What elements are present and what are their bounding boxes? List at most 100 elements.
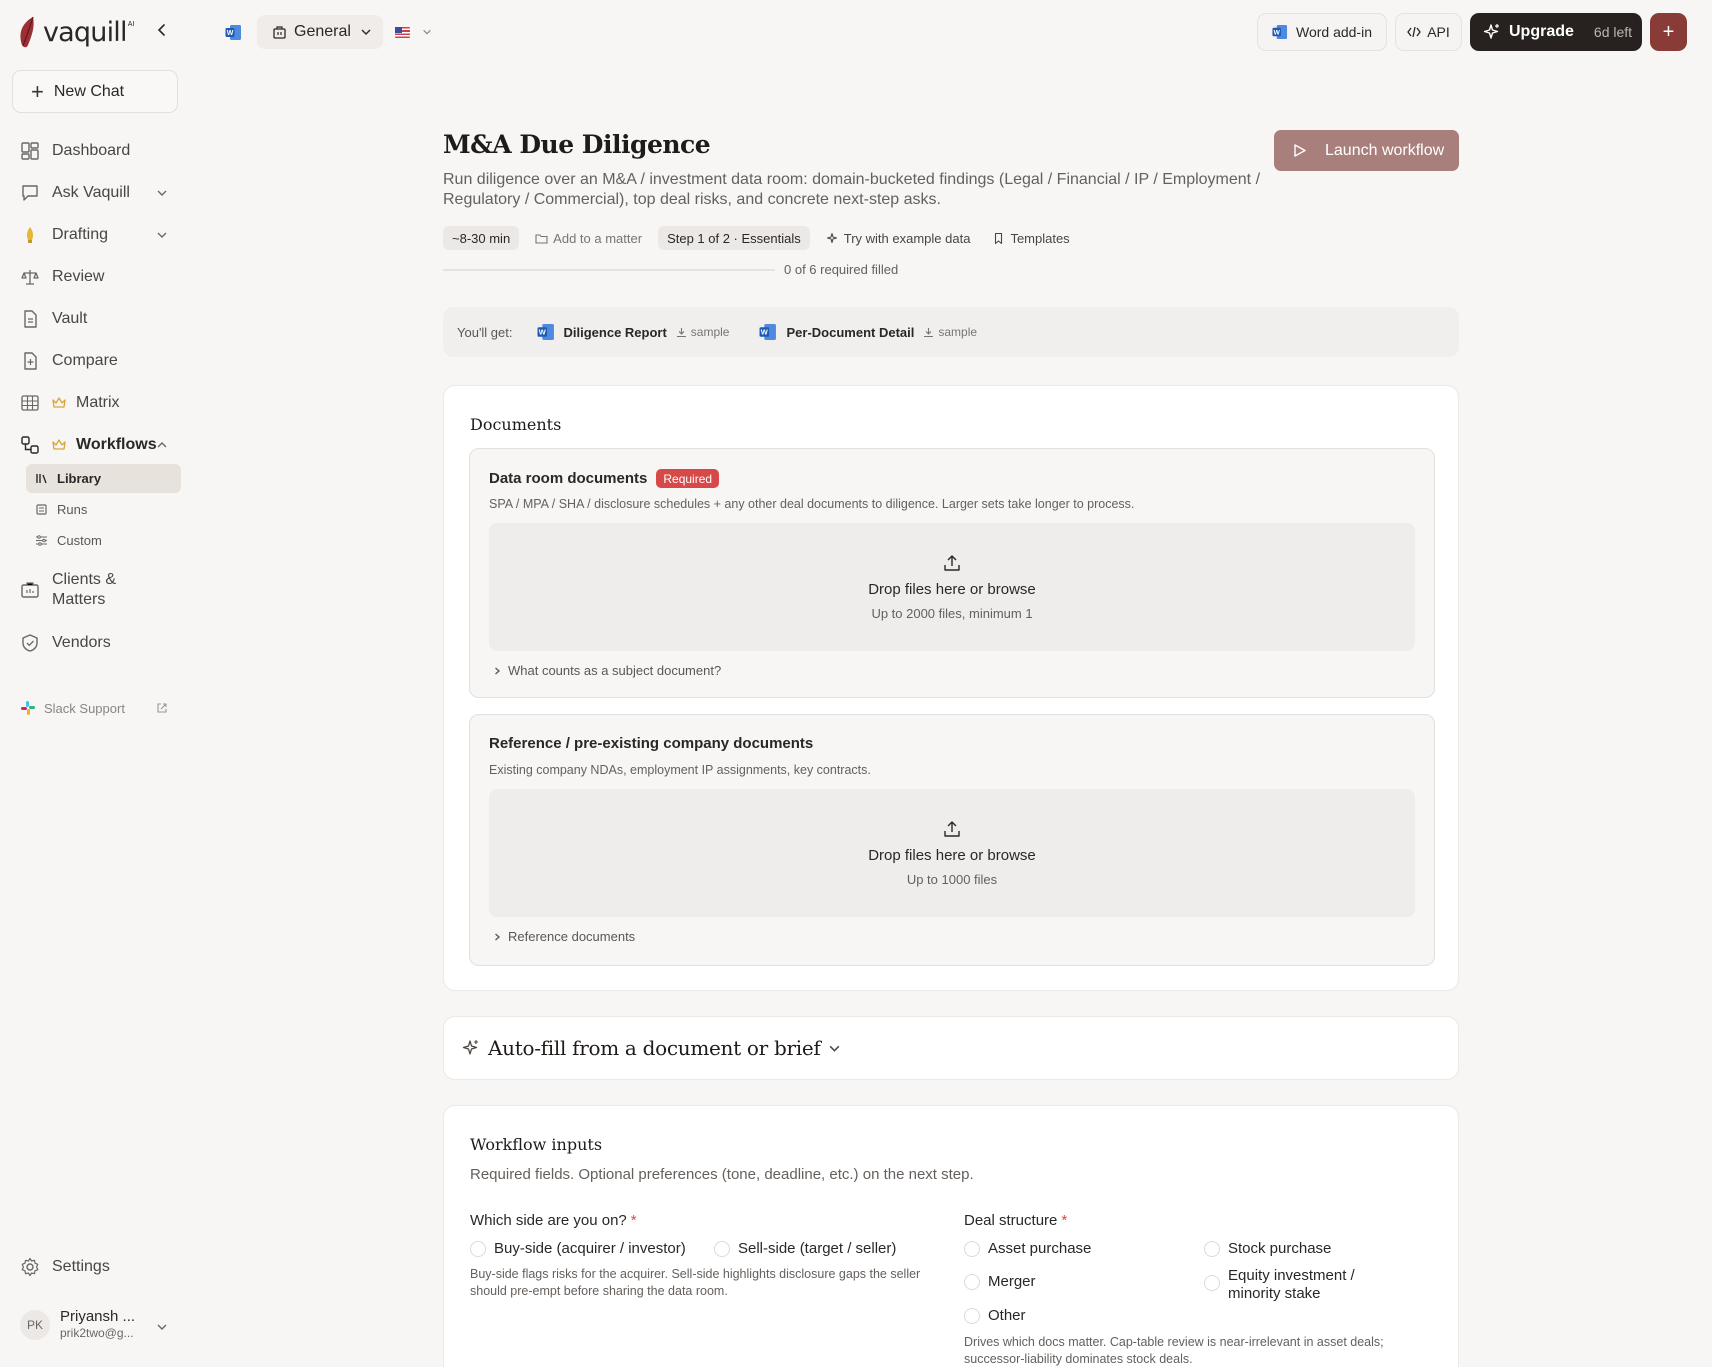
download-icon: [924, 327, 934, 337]
avatar: PK: [20, 1310, 50, 1340]
subitem-label: Custom: [57, 533, 102, 548]
chevron-down-icon: [157, 1324, 167, 1330]
new-chat-button[interactable]: + New Chat: [12, 70, 178, 113]
sidebar-item-vault[interactable]: Vault: [20, 309, 87, 329]
svg-text:W: W: [227, 30, 234, 37]
download-sample-link[interactable]: sample: [676, 325, 729, 339]
try-example-label: Try with example data: [843, 230, 971, 246]
sidebar-item-vendors[interactable]: Vendors: [20, 633, 111, 653]
deliverable-item: W Diligence Report sample: [537, 323, 729, 341]
region-selector[interactable]: [395, 20, 439, 44]
radio-circle[interactable]: [1204, 1241, 1220, 1257]
chat-bubble-icon: [22, 185, 38, 201]
api-button[interactable]: API: [1395, 13, 1462, 51]
chevron-right-icon: [495, 933, 500, 940]
settings-button[interactable]: Settings: [20, 1257, 110, 1277]
radio-circle[interactable]: [964, 1308, 980, 1324]
page-description: Run diligence over an M&A / investment d…: [443, 171, 1261, 208]
sample-label: sample: [938, 325, 978, 339]
chevron-down-icon: [361, 29, 371, 35]
sidebar-subitem-library[interactable]: Library: [26, 464, 181, 493]
download-sample-link[interactable]: sample: [923, 325, 977, 339]
upgrade-button[interactable]: Upgrade 6d left: [1470, 13, 1642, 51]
reference-documents-toggle[interactable]: Reference documents: [492, 929, 635, 944]
data-room-title: Data room documents Required: [489, 469, 720, 488]
documents-card: Documents Data room documents Required S…: [443, 385, 1459, 991]
try-example-button[interactable]: Try with example data: [820, 226, 977, 250]
radio-sell-side[interactable]: Sell-side (target / seller): [714, 1240, 896, 1258]
reference-dropzone[interactable]: Drop files here or browse Up to 1000 fil…: [489, 789, 1415, 917]
subitem-label: Library: [57, 471, 102, 486]
download-icon: [676, 327, 686, 337]
templates-button[interactable]: Templates: [986, 226, 1075, 250]
chevron-left-icon: [157, 24, 165, 36]
side-question-text: Which side are you on?: [470, 1212, 627, 1229]
dropzone-title: Drop files here or browse: [868, 847, 1036, 864]
radio-stock-purchase[interactable]: Stock purchase: [1204, 1240, 1331, 1258]
chevron-up-icon[interactable]: [156, 439, 168, 451]
autofill-title: Auto-fill from a document or brief: [488, 1036, 821, 1060]
launch-workflow-label: Launch workflow: [1325, 141, 1445, 159]
user-info: Priyansh ... prik2two@g...: [60, 1308, 135, 1342]
sidebar-subitem-runs[interactable]: Runs: [26, 495, 181, 524]
autofill-toggle[interactable]: Auto-fill from a document or brief: [443, 1016, 1459, 1080]
deal-structure-label: Deal structure *: [964, 1212, 1067, 1229]
sidebar-item-dashboard[interactable]: Dashboard: [20, 141, 130, 161]
word-addin-label: Word add-in: [1295, 24, 1372, 40]
logo-ai-mark: AI: [127, 20, 135, 28]
add-to-matter-button[interactable]: Add to a matter: [529, 226, 648, 250]
document-icon: [24, 310, 37, 328]
radio-label: Buy-side (acquirer / investor): [494, 1240, 686, 1257]
workspace-name: General: [294, 23, 351, 40]
dashboard-icon: [21, 142, 39, 160]
radio-circle[interactable]: [964, 1241, 980, 1257]
code-icon: [1407, 26, 1422, 38]
user-name: Priyansh ...: [60, 1308, 136, 1325]
chevron-down-icon[interactable]: [156, 229, 168, 241]
data-room-dropzone[interactable]: Drop files here or browse Up to 2000 fil…: [489, 523, 1415, 651]
sidebar-item-ask-vaquill[interactable]: Ask Vaquill: [20, 183, 167, 203]
duration-badge: ~8-30 min: [443, 226, 520, 250]
user-email: prik2two@g...: [60, 1326, 134, 1340]
sparkle-icon: [826, 232, 837, 243]
radio-circle[interactable]: [470, 1241, 486, 1257]
sidebar-item-compare[interactable]: Compare: [20, 351, 118, 371]
data-room-description: SPA / MPA / SHA / disclosure schedules +…: [489, 497, 1135, 511]
radio-asset-purchase[interactable]: Asset purchase: [964, 1240, 1091, 1258]
crown-icon: [52, 397, 66, 408]
radio-merger[interactable]: Merger: [964, 1273, 1036, 1291]
sidebar-item-clients-matters[interactable]: Clients & Matters: [20, 570, 116, 610]
radio-circle[interactable]: [714, 1241, 730, 1257]
required-progress-bar: [443, 269, 775, 271]
workflow-inputs-description: Required fields. Optional preferences (t…: [470, 1166, 974, 1183]
radio-circle[interactable]: [964, 1274, 980, 1290]
sidebar-subitem-custom[interactable]: Custom: [26, 526, 181, 555]
word-addin-button[interactable]: W Word add-in: [1257, 13, 1387, 51]
shield-check-icon: [22, 634, 38, 652]
user-menu[interactable]: PK Priyansh ... prik2two@g...: [20, 1305, 175, 1345]
upload-icon: [944, 821, 960, 837]
workspace-selector[interactable]: General: [257, 15, 383, 49]
new-item-button[interactable]: +: [1650, 13, 1687, 51]
launch-workflow-button[interactable]: Launch workflow: [1274, 130, 1459, 171]
radio-circle[interactable]: [1204, 1275, 1220, 1291]
collapse-sidebar-button[interactable]: [152, 20, 172, 40]
slack-support-link[interactable]: Slack Support: [20, 700, 170, 716]
sidebar-item-drafting[interactable]: Drafting: [20, 225, 167, 245]
sidebar-item-label: Dashboard: [52, 142, 131, 159]
chevron-down-icon[interactable]: [156, 187, 168, 199]
required-star: *: [630, 1212, 637, 1229]
radio-label: Equity investment / minority stake: [1228, 1267, 1355, 1302]
us-flag-icon: [395, 26, 410, 38]
radio-label: Stock purchase: [1228, 1240, 1332, 1257]
radio-equity-investment[interactable]: Equity investment / minority stake: [1204, 1267, 1384, 1303]
sidebar-item-workflows[interactable]: Workflows: [20, 435, 167, 455]
sidebar-item-review[interactable]: Review: [20, 267, 104, 287]
logo[interactable]: vaquill AI: [18, 10, 134, 54]
radio-buy-side[interactable]: Buy-side (acquirer / investor): [470, 1240, 686, 1258]
radio-other[interactable]: Other: [964, 1307, 1026, 1325]
sidebar-item-matrix[interactable]: Matrix: [20, 393, 120, 413]
word-icon[interactable]: W: [225, 24, 242, 41]
compare-icon: [24, 352, 37, 370]
subject-document-help-toggle[interactable]: What counts as a subject document?: [492, 663, 721, 678]
